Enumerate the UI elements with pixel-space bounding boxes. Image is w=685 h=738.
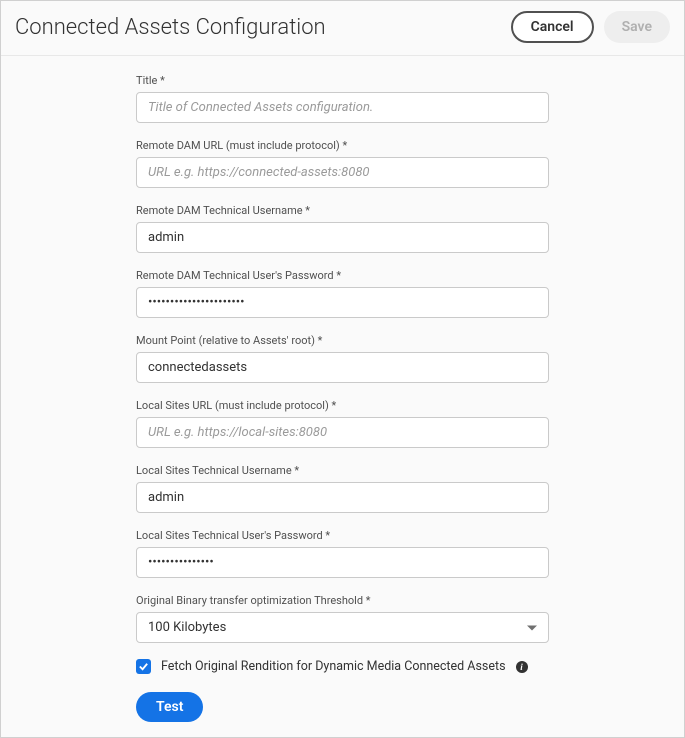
remote-dam-url-input[interactable] xyxy=(136,157,549,188)
field-local-sites-username: Local Sites Technical Username * xyxy=(136,464,549,513)
remote-dam-password-label: Remote DAM Technical User's Password * xyxy=(136,269,549,282)
field-remote-dam-username: Remote DAM Technical Username * xyxy=(136,204,549,253)
remote-dam-username-label: Remote DAM Technical Username * xyxy=(136,204,549,217)
field-title: Title * xyxy=(136,74,549,123)
local-sites-password-label: Local Sites Technical User's Password * xyxy=(136,529,549,542)
remote-dam-password-input[interactable] xyxy=(136,287,549,318)
field-local-sites-url: Local Sites URL (must include protocol) … xyxy=(136,399,549,448)
info-icon[interactable]: i xyxy=(516,661,528,673)
local-sites-password-input[interactable] xyxy=(136,547,549,578)
local-sites-url-input[interactable] xyxy=(136,417,549,448)
field-remote-dam-password: Remote DAM Technical User's Password * xyxy=(136,269,549,318)
local-sites-username-input[interactable] xyxy=(136,482,549,513)
field-threshold: Original Binary transfer optimization Th… xyxy=(136,594,549,643)
title-label: Title * xyxy=(136,74,549,87)
remote-dam-username-input[interactable] xyxy=(136,222,549,253)
save-button[interactable]: Save xyxy=(604,11,670,43)
field-remote-dam-url: Remote DAM URL (must include protocol) * xyxy=(136,139,549,188)
page-title: Connected Assets Configuration xyxy=(15,15,326,40)
field-mount-point: Mount Point (relative to Assets' root) * xyxy=(136,334,549,383)
fetch-original-row: Fetch Original Rendition for Dynamic Med… xyxy=(136,659,549,674)
threshold-label: Original Binary transfer optimization Th… xyxy=(136,594,549,607)
header-actions: Cancel Save xyxy=(511,11,670,43)
mount-point-label: Mount Point (relative to Assets' root) * xyxy=(136,334,549,347)
threshold-select-wrapper: 100 Kilobytes xyxy=(136,612,549,643)
threshold-select[interactable]: 100 Kilobytes xyxy=(136,612,549,643)
test-button[interactable]: Test xyxy=(136,692,203,722)
fetch-original-label: Fetch Original Rendition for Dynamic Med… xyxy=(161,659,506,674)
field-local-sites-password: Local Sites Technical User's Password * xyxy=(136,529,549,578)
fetch-original-checkbox[interactable] xyxy=(136,659,151,674)
checkmark-icon xyxy=(138,661,149,672)
local-sites-username-label: Local Sites Technical Username * xyxy=(136,464,549,477)
local-sites-url-label: Local Sites URL (must include protocol) … xyxy=(136,399,549,412)
title-input[interactable] xyxy=(136,92,549,123)
header: Connected Assets Configuration Cancel Sa… xyxy=(1,1,684,56)
mount-point-input[interactable] xyxy=(136,352,549,383)
form-container: Title * Remote DAM URL (must include pro… xyxy=(1,56,684,736)
cancel-button[interactable]: Cancel xyxy=(511,11,594,43)
remote-dam-url-label: Remote DAM URL (must include protocol) * xyxy=(136,139,549,152)
